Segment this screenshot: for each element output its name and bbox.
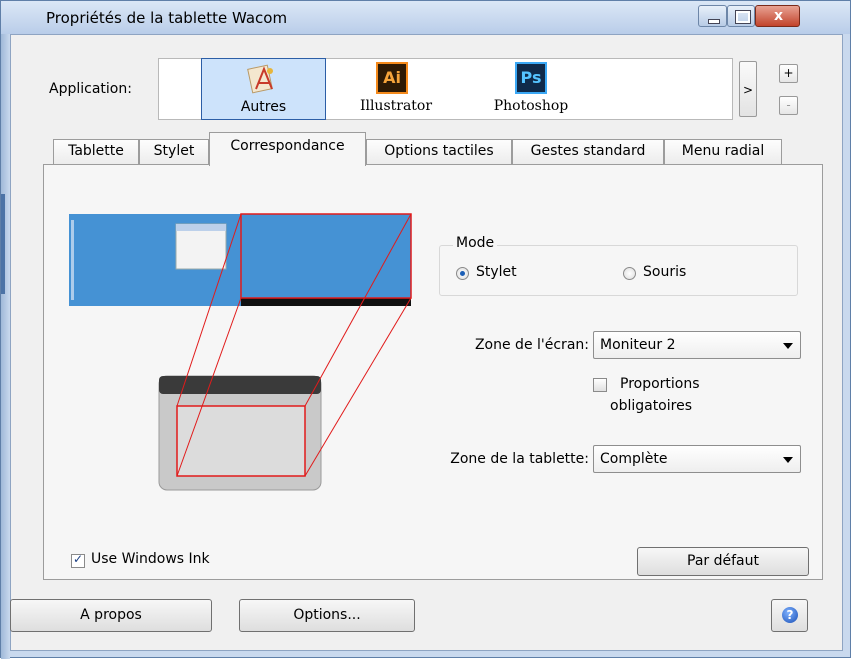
mapping-diagram [69,213,412,491]
app-label-autres: Autres [240,99,287,115]
window-frame-left [1,34,10,659]
about-button[interactable]: A propos [10,599,212,632]
remove-application-button[interactable]: - [779,96,798,115]
force-proportions-label-line2: obligatoires [610,398,692,414]
application-label: Application: [49,81,132,97]
mode-stylet-label: Stylet [476,264,517,280]
mode-souris-radio[interactable] [623,267,636,280]
close-button[interactable]: x [755,5,800,27]
tablet-area-label: Zone de la tablette: [450,451,589,467]
minimize-icon [708,19,720,24]
app-label-photoshop: Photoshop [493,98,569,114]
plus-icon: + [783,66,794,80]
minus-icon: - [786,98,791,112]
app-tile-autres[interactable]: Autres [201,58,326,120]
photoshop-app-icon: Ps [515,62,547,94]
add-application-button[interactable]: + [779,64,798,83]
tablet-area-value: Complète [600,451,668,467]
title-bar: Propriétés de la tablette Wacom x [1,1,850,34]
app-label-illustrator: Illustrator [359,98,433,114]
tab-menu-radial[interactable]: Menu radial [664,139,782,164]
default-button[interactable]: Par défaut [637,547,809,576]
maximize-icon [735,10,751,24]
chevron-down-icon [783,343,793,349]
tablet-top-strip [159,376,321,394]
app-tile-illustrator[interactable]: Ai Illustrator [341,58,451,120]
monitor-2 [241,214,411,298]
tablet-area-select[interactable]: Complète [593,445,801,473]
force-proportions-label-line1: Proportions [620,376,700,392]
window-frame-stripe [1,194,5,294]
close-icon: x [773,8,784,24]
tab-correspondance[interactable]: Correspondance [209,132,366,166]
tab-options-tactiles[interactable]: Options tactiles [366,139,512,164]
help-icon: ? [782,607,798,623]
illustrator-app-icon: Ai [376,62,408,94]
chevron-down-icon [783,457,793,463]
chevron-right-icon: > [742,83,754,97]
mode-souris-label: Souris [643,264,687,280]
tab-gestes-standard[interactable]: Gestes standard [512,139,664,164]
monitor-2-bezel [241,298,411,306]
screen-area-select[interactable]: Moniteur 2 [593,331,801,359]
maximize-button[interactable] [727,5,755,27]
minimize-button[interactable] [698,5,727,27]
others-app-icon [247,64,273,94]
options-button[interactable]: Options... [239,599,415,632]
mode-stylet-radio[interactable] [456,267,469,280]
tab-stylet[interactable]: Stylet [139,139,209,164]
mode-title: Mode [453,235,498,251]
screen-area-value: Moniteur 2 [600,337,676,353]
window-title: Propriétés de la tablette Wacom [46,9,288,27]
wacom-properties-window: Propriétés de la tablette Wacom x Applic… [0,0,851,659]
use-windows-ink-label: Use Windows Ink [91,551,210,567]
use-windows-ink-checkbox[interactable] [71,552,85,568]
force-proportions-checkbox[interactable] [593,378,607,392]
help-button[interactable]: ? [771,599,808,632]
app-tile-photoshop[interactable]: Ps Photoshop [471,58,591,120]
screen-area-label: Zone de l'écran: [474,337,589,353]
tab-tablette[interactable]: Tablette [53,139,139,164]
app-scroll-right-button[interactable]: > [739,61,757,117]
